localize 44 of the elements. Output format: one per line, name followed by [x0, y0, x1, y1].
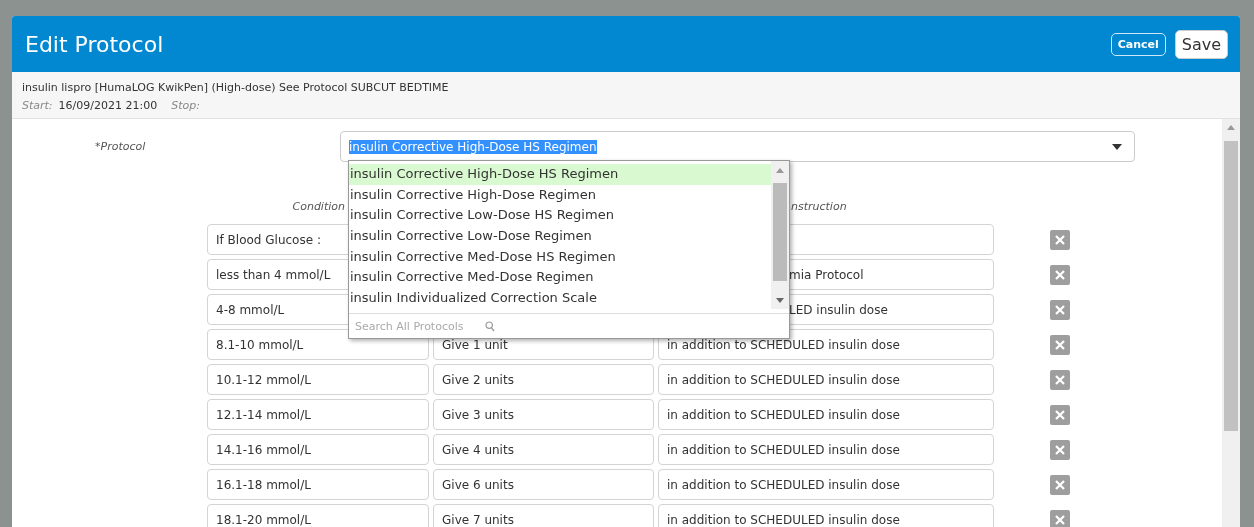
- scrollbar[interactable]: [1222, 119, 1240, 527]
- delete-button[interactable]: [1050, 299, 1070, 320]
- delete-button[interactable]: [1050, 369, 1070, 390]
- condition-field[interactable]: 14.1-16 mmol/L: [207, 434, 429, 465]
- scroll-down-icon[interactable]: [776, 298, 784, 303]
- instruction-field[interactable]: in addition to SCHEDULED insulin dose: [658, 434, 994, 465]
- cancel-button[interactable]: Cancel: [1110, 32, 1166, 56]
- dropdown-option[interactable]: insulin Corrective Low-Dose HS Regimen: [349, 205, 771, 227]
- condition-field[interactable]: 18.1-20 mmol/L: [207, 504, 429, 527]
- dose-field[interactable]: Give 2 units: [433, 364, 654, 395]
- delete-button[interactable]: [1050, 439, 1070, 460]
- dose-field[interactable]: Give 4 units: [433, 434, 654, 465]
- delete-button[interactable]: [1050, 509, 1070, 527]
- delete-button[interactable]: [1050, 474, 1070, 495]
- order-description: insulin lispro [HumaLOG KwikPen] (High-dose) See Protocol SUBCUT BEDTIME: [22, 81, 450, 94]
- condition-field[interactable]: 12.1-14 mmol/L: [207, 399, 429, 430]
- instruction-field[interactable]: in addition to SCHEDULED insulin dose: [658, 504, 994, 527]
- delete-button[interactable]: [1050, 264, 1070, 285]
- instruction-field[interactable]: in addition to SCHEDULED insulin dose: [658, 399, 994, 430]
- dose-field[interactable]: Give 3 units: [433, 399, 654, 430]
- search-icon: [485, 320, 495, 332]
- dose-field[interactable]: Give 6 units: [433, 469, 654, 500]
- caret-icon: [1112, 143, 1122, 150]
- scroll-up-icon[interactable]: [1227, 125, 1235, 130]
- scrollbar[interactable]: [771, 161, 789, 309]
- instruction-field[interactable]: in addition to SCHEDULED insulin dose: [658, 364, 994, 395]
- dropdown-option[interactable]: insulin Corrective High-Dose Regimen: [349, 184, 771, 206]
- dialog-title: Edit Protocol: [25, 31, 165, 57]
- save-button[interactable]: Save: [1174, 29, 1228, 59]
- protocol-label: *Protocol: [94, 140, 147, 153]
- scroll-up-icon[interactable]: [776, 168, 784, 173]
- condition-field[interactable]: 16.1-18 mmol/L: [207, 469, 429, 500]
- delete-button[interactable]: [1050, 404, 1070, 425]
- dose-field[interactable]: Give 7 units: [433, 504, 654, 527]
- dropdown-option[interactable]: insulin Corrective High-Dose HS Regimen: [349, 164, 771, 185]
- start-value: 16/09/2021 21:00: [58, 99, 158, 112]
- condition-field[interactable]: 10.1-12 mmol/L: [207, 364, 429, 395]
- column-header: Condition: [291, 200, 345, 215]
- delete-button[interactable]: [1050, 334, 1070, 355]
- start-label: Start:: [22, 99, 53, 112]
- delete-button[interactable]: [1050, 229, 1070, 250]
- instruction-field[interactable]: in addition to SCHEDULED insulin dose: [658, 469, 994, 500]
- column-header: nstruction: [791, 200, 847, 215]
- stop-label: Stop:: [171, 99, 200, 112]
